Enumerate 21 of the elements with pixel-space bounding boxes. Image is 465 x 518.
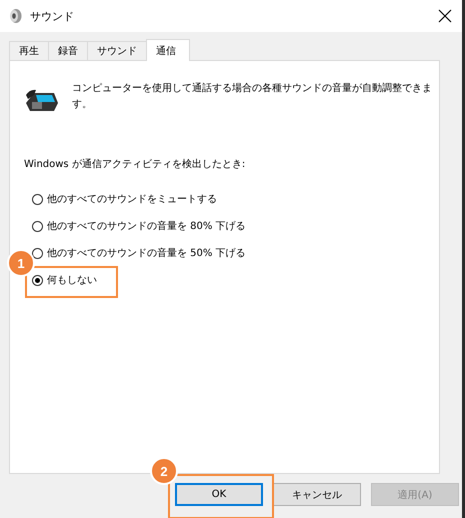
option-label: 他のすべてのサウンドの音量を 50% 下げる xyxy=(47,246,246,260)
radio-button[interactable] xyxy=(32,248,43,258)
prompt-text: Windows が通信アクティビティを検出したとき: xyxy=(24,158,246,171)
tab[interactable]: 再生 xyxy=(9,41,49,60)
description-text: コンピューターを使用して通話する場合の各種サウンドの音量が自動調整できます。 xyxy=(72,82,433,112)
option-label: 他のすべてのサウンドの音量を 80% 下げる xyxy=(47,220,246,233)
tab[interactable]: 通信 xyxy=(146,39,190,61)
option-label: 他のすべてのサウンドをミュートする xyxy=(47,193,217,206)
close-button[interactable] xyxy=(438,9,452,23)
phone-icon xyxy=(24,87,60,113)
dialog-button[interactable]: キャンセル xyxy=(273,483,361,506)
option-label: 何もしない xyxy=(47,274,97,287)
window-title: サウンド xyxy=(30,8,75,24)
radio-button[interactable] xyxy=(32,194,43,204)
radio-button[interactable] xyxy=(32,220,43,232)
radio-option[interactable]: 他のすべてのサウンドをミュートする xyxy=(32,191,217,207)
dialog-button[interactable]: OK xyxy=(175,483,263,506)
radio-option[interactable]: 何もしない xyxy=(32,272,97,288)
radio-button[interactable] xyxy=(32,274,43,286)
speaker-icon xyxy=(8,8,22,24)
radio-option[interactable]: 他のすべてのサウンドの音量を 80% 下げる xyxy=(32,218,246,234)
